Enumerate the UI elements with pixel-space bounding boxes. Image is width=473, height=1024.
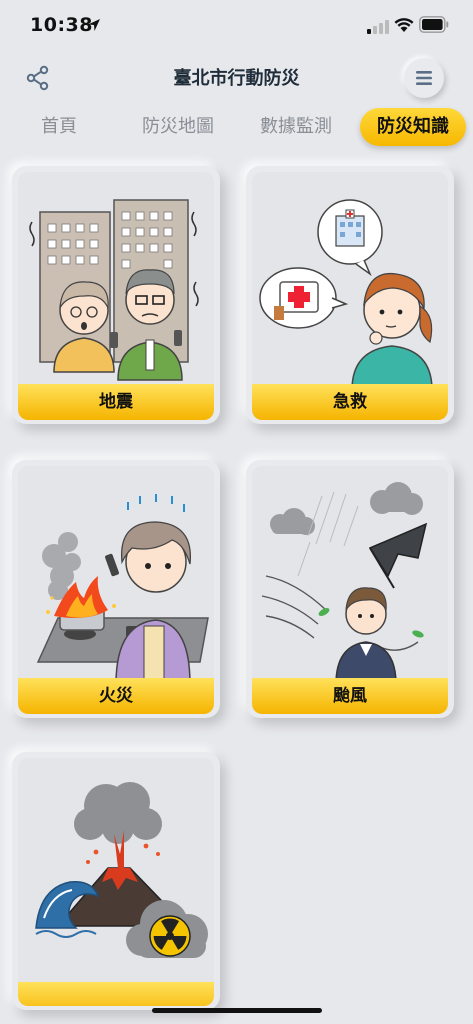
location-arrow-icon: [88, 19, 100, 31]
card-first-aid[interactable]: 急救: [246, 166, 454, 424]
typhoon-illustration: [261, 482, 428, 684]
menu-button[interactable]: [404, 58, 444, 98]
card-fire[interactable]: 火災: [12, 460, 220, 718]
tab-home[interactable]: 首頁: [22, 108, 96, 146]
hamburger-menu-icon: [416, 71, 432, 85]
status-time: 10:38: [30, 14, 93, 36]
card-label: 颱風: [252, 678, 448, 714]
fire-illustration: [36, 494, 209, 684]
tab-data-monitoring[interactable]: 數據監測: [246, 108, 346, 146]
app-header: 臺北市行動防災: [0, 52, 473, 102]
wifi-icon: [394, 18, 414, 32]
page-title: 臺北市行動防災: [173, 68, 300, 89]
card-volcano[interactable]: [12, 752, 220, 1010]
card-label: 火災: [18, 678, 214, 714]
tab-disaster-knowledge[interactable]: 防災知識: [360, 108, 466, 146]
card-typhoon[interactable]: 颱風: [246, 460, 454, 718]
card-label: 急救: [252, 384, 448, 420]
status-bar: 10:38: [0, 0, 473, 52]
cellular-signal-icon: [367, 20, 389, 34]
card-label: 地震: [18, 384, 214, 420]
first-aid-illustration: [259, 199, 433, 390]
battery-icon: [419, 16, 449, 33]
volcano-nuclear-illustration: [35, 782, 208, 958]
card-earthquake[interactable]: 地震: [12, 166, 220, 424]
earthquake-illustration: [29, 199, 199, 381]
tab-disaster-map[interactable]: 防災地圖: [126, 108, 230, 146]
card-label: [18, 982, 214, 1006]
home-indicator[interactable]: [152, 1008, 322, 1013]
tab-bar: 首頁 防災地圖 數據監測 防災知識: [0, 104, 473, 150]
